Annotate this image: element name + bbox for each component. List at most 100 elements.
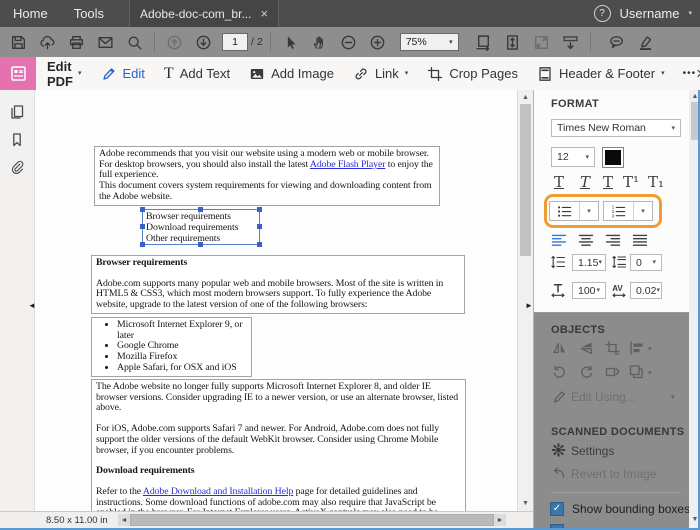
- download-help-link[interactable]: Adobe Download and Installation Help: [143, 486, 293, 497]
- justify-button[interactable]: [632, 234, 649, 248]
- add-text-button[interactable]: T Add Text: [164, 66, 230, 82]
- font-color-swatch[interactable]: [602, 147, 624, 168]
- help-icon[interactable]: ?: [594, 5, 611, 22]
- show-bounding-boxes-checkbox[interactable]: ✓: [550, 502, 564, 516]
- scrollbar-thumb[interactable]: [130, 514, 494, 526]
- superscript-button[interactable]: T¹: [621, 174, 641, 193]
- page-number-input[interactable]: [222, 33, 248, 51]
- subscript-button[interactable]: T₁: [646, 174, 666, 193]
- resize-handle[interactable]: [257, 224, 262, 229]
- tab-tools[interactable]: Tools: [61, 0, 117, 27]
- bulleted-list-button[interactable]: ▾: [549, 201, 599, 221]
- flip-horizontal-icon: [551, 340, 568, 356]
- print-button[interactable]: [62, 29, 91, 55]
- resize-handle[interactable]: [140, 207, 145, 212]
- settings-button[interactable]: Settings: [571, 444, 614, 458]
- header-footer-icon: [537, 66, 553, 82]
- share-button[interactable]: [33, 29, 62, 55]
- scroll-up-icon[interactable]: ▲: [518, 94, 533, 101]
- link-button[interactable]: Link ▾: [353, 66, 408, 82]
- zoom-in-button[interactable]: [363, 29, 392, 55]
- resize-handle[interactable]: [257, 242, 262, 247]
- hand-tool-button[interactable]: [305, 29, 334, 55]
- more-options-button[interactable]: •••: [683, 68, 697, 79]
- align-left-button[interactable]: [551, 234, 568, 248]
- underline-button[interactable]: T: [598, 174, 618, 193]
- save-button[interactable]: [4, 29, 33, 55]
- close-tool-button[interactable]: ×: [696, 65, 700, 82]
- align-center-button[interactable]: [578, 234, 595, 248]
- font-size-select[interactable]: 12 ▾: [551, 147, 595, 167]
- objects-title: OBJECTS: [551, 324, 605, 336]
- document-tab[interactable]: Adobe-doc-com_br... ×: [129, 0, 279, 27]
- replace-image-icon: [604, 364, 621, 380]
- chevron-down-icon: ▾: [587, 208, 591, 215]
- fit-page-icon: [504, 34, 521, 51]
- zoom-level-select[interactable]: 75% ▾: [400, 33, 459, 51]
- collapse-right-panel-handle[interactable]: ►: [525, 302, 533, 310]
- add-image-button[interactable]: Add Image: [249, 66, 334, 82]
- scroll-left-icon[interactable]: ◄: [118, 517, 130, 524]
- next-page-button[interactable]: [189, 29, 218, 55]
- chevron-down-icon: ▾: [449, 39, 453, 46]
- page-size-label: 8.50 x 11.00 in: [46, 515, 108, 526]
- bulleted-list-icon: [550, 204, 579, 219]
- document-canvas[interactable]: Adobe recommends that you visit our webs…: [35, 90, 517, 511]
- bold-button[interactable]: T: [549, 174, 569, 193]
- resize-handle[interactable]: [198, 242, 203, 247]
- toolbar-divider: [270, 32, 271, 52]
- line-spacing-select[interactable]: 1.15 ▾: [572, 254, 606, 271]
- zoom-out-button[interactable]: [334, 29, 363, 55]
- resize-handle[interactable]: [140, 242, 145, 247]
- tab-home[interactable]: Home: [0, 0, 61, 27]
- rotate-left-icon: [551, 364, 568, 380]
- crop-pages-button[interactable]: Crop Pages: [427, 66, 518, 82]
- paragraph-spacing-select[interactable]: 0 ▾: [630, 254, 662, 271]
- text-box-browser-list[interactable]: Microsoft Internet Explorer 9, or later …: [91, 317, 252, 377]
- scroll-right-icon[interactable]: ►: [494, 517, 506, 524]
- attachments-button[interactable]: [6, 158, 28, 178]
- line-spacing-value: 1.15: [578, 257, 598, 269]
- edit-pdf-menu[interactable]: Edit PDF ▾: [47, 59, 82, 89]
- scrollbar-thumb[interactable]: [520, 104, 531, 256]
- bookmarks-button[interactable]: [6, 130, 28, 150]
- find-button[interactable]: [120, 29, 149, 55]
- font-family-select[interactable]: Times New Roman ▾: [551, 119, 681, 137]
- resize-handle[interactable]: [257, 207, 262, 212]
- italic-button[interactable]: T: [575, 174, 595, 193]
- select-tool-button[interactable]: [276, 29, 305, 55]
- flash-player-link[interactable]: Adobe Flash Player: [310, 159, 385, 170]
- document-tab-label: Adobe-doc-com_br...: [140, 7, 251, 21]
- bulleted-list-dropdown[interactable]: ▾: [579, 202, 598, 220]
- page-thumbnails-button[interactable]: [6, 102, 28, 122]
- character-spacing-select[interactable]: 0.02 ▾: [630, 282, 662, 299]
- numbered-list-button[interactable]: 123 ▾: [603, 201, 653, 221]
- text-box-notes[interactable]: The Adobe website no longer fully suppor…: [91, 379, 466, 511]
- username-menu[interactable]: Username: [620, 6, 680, 21]
- text-box-browser-section[interactable]: Browser requirements Adobe.com supports …: [91, 255, 465, 314]
- highlight-button[interactable]: [631, 29, 660, 55]
- page-total-label: / 2: [251, 36, 263, 48]
- presentation-button[interactable]: [556, 29, 585, 55]
- acrobat-window: Home Tools Adobe-doc-com_br... × ? Usern…: [0, 0, 700, 530]
- fit-page-button[interactable]: [498, 29, 527, 55]
- note-paragraph: The Adobe website no longer fully suppor…: [96, 382, 461, 414]
- resize-handle[interactable]: [198, 207, 203, 212]
- pages-icon: [9, 104, 25, 120]
- horizontal-scrollbar[interactable]: ◄ ►: [118, 514, 506, 526]
- chevron-down-icon: ▾: [641, 208, 645, 215]
- header-footer-button[interactable]: Header & Footer ▾: [537, 66, 665, 82]
- numbered-list-dropdown[interactable]: ▾: [633, 202, 652, 220]
- close-tab-icon[interactable]: ×: [260, 6, 268, 21]
- selected-text-box[interactable]: Browser requirements Download requiremen…: [142, 209, 260, 245]
- align-right-button[interactable]: [605, 234, 622, 248]
- text-box-intro[interactable]: Adobe recommends that you visit our webs…: [94, 146, 440, 206]
- scrolling-mode-button[interactable]: [469, 29, 498, 55]
- scroll-down-icon[interactable]: ▼: [518, 500, 533, 507]
- edit-button[interactable]: Edit: [101, 66, 145, 82]
- email-button[interactable]: [91, 29, 120, 55]
- comment-button[interactable]: [602, 29, 631, 55]
- resize-handle[interactable]: [140, 224, 145, 229]
- horizontal-scale-select[interactable]: 100 ▾: [572, 282, 606, 299]
- edit-label: Edit: [123, 66, 145, 81]
